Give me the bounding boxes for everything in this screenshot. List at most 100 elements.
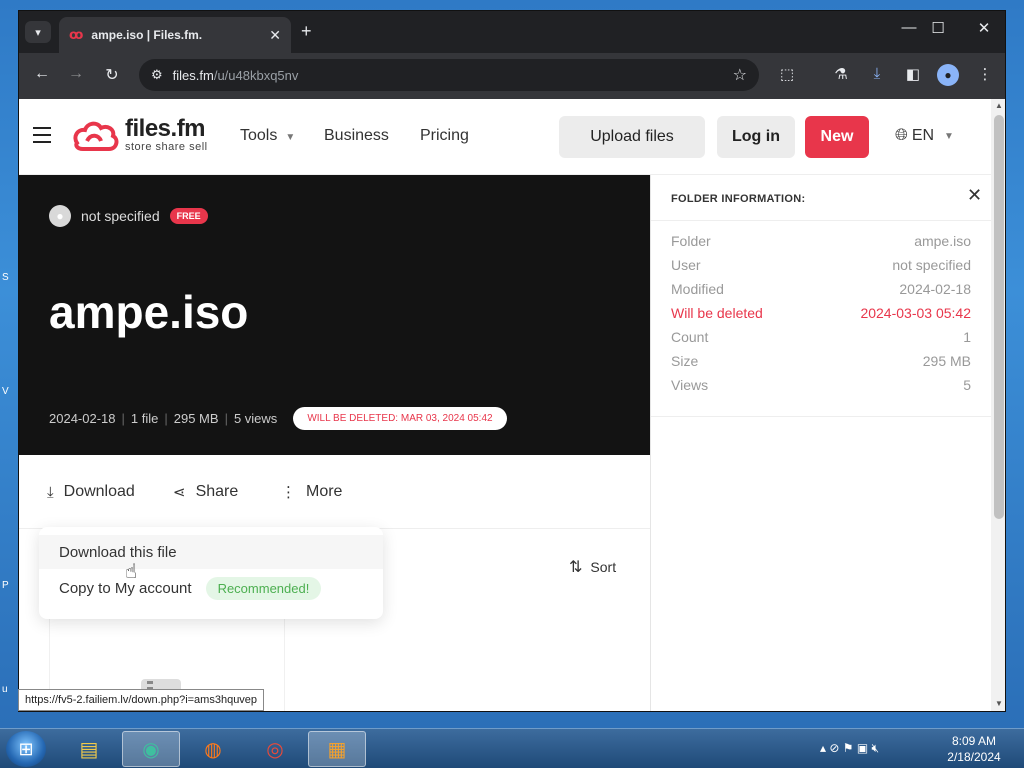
- info-row-count: Count 1: [671, 329, 971, 345]
- folder-meta: 2024-02-18 | 1 file | 295 MB | 5 views WILL…: [49, 407, 507, 430]
- close-icon[interactable]: ✕: [967, 185, 982, 206]
- desktop-icon-fragment: u: [2, 684, 8, 695]
- login-button[interactable]: Log in: [717, 116, 795, 158]
- explorer-taskbar-icon[interactable]: ▤: [60, 731, 118, 767]
- more-button[interactable]: ⋮ More: [281, 483, 342, 501]
- sort-arrows-icon: ⇅: [569, 559, 583, 576]
- labs-flask-icon[interactable]: ⚗: [829, 65, 853, 83]
- site-header: files.fm store share sell Tools ▼ Busines…: [19, 99, 991, 175]
- info-row-size: Size 295 MB: [671, 353, 971, 369]
- folder-title: ampe.iso: [49, 286, 249, 338]
- files-fm-logo-icon: [73, 121, 119, 151]
- maximize-icon[interactable]: ☐: [923, 19, 953, 37]
- info-panel-header: FOLDER INFORMATION: ✕: [651, 175, 992, 221]
- info-panel-title: FOLDER INFORMATION:: [671, 193, 806, 205]
- browser-window: ▾ ꝏ ampe.iso | Files.fm. ✕ + — ☐ ✕ ← → ↻…: [18, 10, 1006, 712]
- owner-row: ● not specified FREE: [49, 205, 208, 227]
- deletion-pill: WILL BE DELETED: MAR 03, 2024 05:42: [293, 407, 507, 430]
- nav-business[interactable]: Business: [324, 127, 389, 145]
- download-icon: ⤓: [47, 483, 54, 501]
- url-text: files.fm/u/u48kbxq5nv: [172, 67, 299, 83]
- desktop-icon-fragment: S: [2, 272, 9, 283]
- back-arrow-icon[interactable]: ←: [31, 65, 53, 83]
- hamburger-menu-icon[interactable]: [33, 127, 51, 148]
- download-dropdown: Download this file Copy to My account Re…: [39, 527, 383, 619]
- folder-hero: ● not specified FREE ampe.iso 2024-02-18…: [19, 175, 650, 455]
- recommended-badge: Recommended!: [205, 576, 322, 600]
- info-row-user: User not specified: [671, 257, 971, 273]
- page-scrollbar[interactable]: ▲ ▼: [991, 99, 1005, 711]
- info-row-deleted: Will be deleted 2024-03-03 05:42: [671, 305, 971, 321]
- user-avatar-icon: ●: [49, 205, 71, 227]
- logo-name: files.fm: [125, 115, 206, 142]
- start-button[interactable]: ⊞: [6, 731, 46, 767]
- browser-toolbar: ← → ↻ ⚙ files.fm/u/u48kbxq5nv ☆ ⬚ ⚗ ⤓ ◧ …: [19, 53, 1005, 99]
- taskbar: ⊞ ▤ ◉ ◍ ◎ ▦ ▴ ⊘ ⚑ ▣ 🔇︎ 8:09 AM 2/18/2024: [0, 728, 1024, 768]
- info-rows: Folder ampe.iso User not specified Modifie…: [651, 221, 992, 417]
- upload-files-button[interactable]: Upload files: [559, 116, 705, 158]
- info-row-modified: Modified 2024-02-18: [671, 281, 971, 297]
- share-button[interactable]: ⋖ Share: [173, 483, 238, 501]
- scrollbar-thumb[interactable]: [994, 115, 1004, 519]
- logo-tagline: store share sell: [125, 141, 208, 153]
- chevron-down-icon: ▾: [35, 26, 41, 39]
- clock-time: 8:09 AM: [951, 734, 997, 748]
- extensions-icon[interactable]: ⬚: [775, 65, 799, 83]
- forward-arrow-icon[interactable]: →: [65, 65, 87, 83]
- new-tab-button[interactable]: +: [301, 21, 312, 42]
- download-this-file-item[interactable]: Download this file: [39, 535, 383, 569]
- caret-down-icon: ▼: [285, 132, 296, 143]
- free-badge: FREE: [169, 208, 208, 224]
- language-selector[interactable]: 🌐︎ EN ▼: [895, 127, 954, 145]
- tab-bar: ▾ ꝏ ampe.iso | Files.fm. ✕ + — ☐ ✕: [19, 11, 1005, 53]
- meta-date: 2024-02-18: [49, 411, 116, 426]
- info-row-views: Views 5: [671, 377, 971, 393]
- desktop-icon-fragment: V: [2, 386, 9, 397]
- files-fm-favicon-icon: ꝏ: [69, 27, 84, 42]
- download-icon[interactable]: ⤓: [865, 65, 889, 82]
- tab-active[interactable]: ꝏ ampe.iso | Files.fm. ✕: [59, 17, 291, 53]
- folder-info-panel: FOLDER INFORMATION: ✕ Folder ampe.iso Use…: [650, 175, 992, 711]
- download-button[interactable]: ⤓ Download: [47, 483, 135, 501]
- site-logo[interactable]: files.fm store share sell: [71, 117, 208, 153]
- action-bar: ⤓ Download ⋖ Share ⋮ More: [19, 455, 650, 529]
- minimize-icon[interactable]: —: [894, 19, 924, 36]
- windows-logo-icon: ⊞: [18, 739, 34, 759]
- installer-taskbar-icon[interactable]: ▦: [308, 731, 366, 767]
- clock[interactable]: 8:09 AM 2/18/2024: [944, 733, 1004, 765]
- tab-close-icon[interactable]: ✕: [269, 27, 281, 44]
- app-taskbar-icon[interactable]: ◉: [122, 731, 180, 767]
- meta-views: 5 views: [233, 411, 278, 426]
- kebab-menu-icon[interactable]: ⋮: [973, 65, 997, 83]
- caret-down-icon: ▼: [944, 130, 954, 142]
- meta-files: 1 file: [130, 411, 159, 426]
- info-row-folder: Folder ampe.iso: [671, 233, 971, 249]
- site-info-icon[interactable]: ⚙: [151, 67, 163, 83]
- scroll-down-icon[interactable]: ▼: [991, 699, 1005, 708]
- desktop-icon-fragment: P: [2, 580, 9, 591]
- meta-size: 295 MB: [173, 411, 219, 426]
- page-viewport: files.fm store share sell Tools ▼ Busines…: [19, 99, 1005, 711]
- tab-search-button[interactable]: ▾: [25, 21, 51, 43]
- globe-icon: 🌐︎: [895, 127, 908, 144]
- status-bar-link: https://fv5-2.failiem.lv/down.php?i=ams3…: [18, 689, 265, 711]
- kebab-icon: ⋮: [281, 484, 296, 501]
- reload-icon[interactable]: ↻: [101, 65, 123, 85]
- system-tray[interactable]: ▴ ⊘ ⚑ ▣ 🔇︎: [820, 741, 879, 756]
- clock-date: 2/18/2024: [947, 750, 1001, 764]
- sort-button[interactable]: ⇅ Sort: [569, 557, 616, 577]
- chrome-taskbar-icon[interactable]: ◎: [246, 731, 304, 767]
- owner-name: not specified: [81, 208, 160, 224]
- share-icon: ⋖: [173, 484, 186, 501]
- profile-avatar-icon[interactable]: ●: [937, 64, 959, 86]
- firefox-taskbar-icon[interactable]: ◍: [184, 731, 242, 767]
- new-button[interactable]: New: [805, 116, 869, 158]
- address-bar[interactable]: ⚙ files.fm/u/u48kbxq5nv ☆: [139, 59, 759, 91]
- scroll-up-icon[interactable]: ▲: [991, 101, 1005, 110]
- bookmark-star-icon[interactable]: ☆: [733, 65, 747, 85]
- nav-pricing[interactable]: Pricing: [420, 127, 469, 145]
- window-close-icon[interactable]: ✕: [969, 19, 999, 37]
- nav-tools[interactable]: Tools ▼: [240, 127, 295, 145]
- copy-to-account-item[interactable]: Copy to My account Recommended!: [39, 571, 383, 605]
- side-panel-icon[interactable]: ◧: [901, 65, 925, 83]
